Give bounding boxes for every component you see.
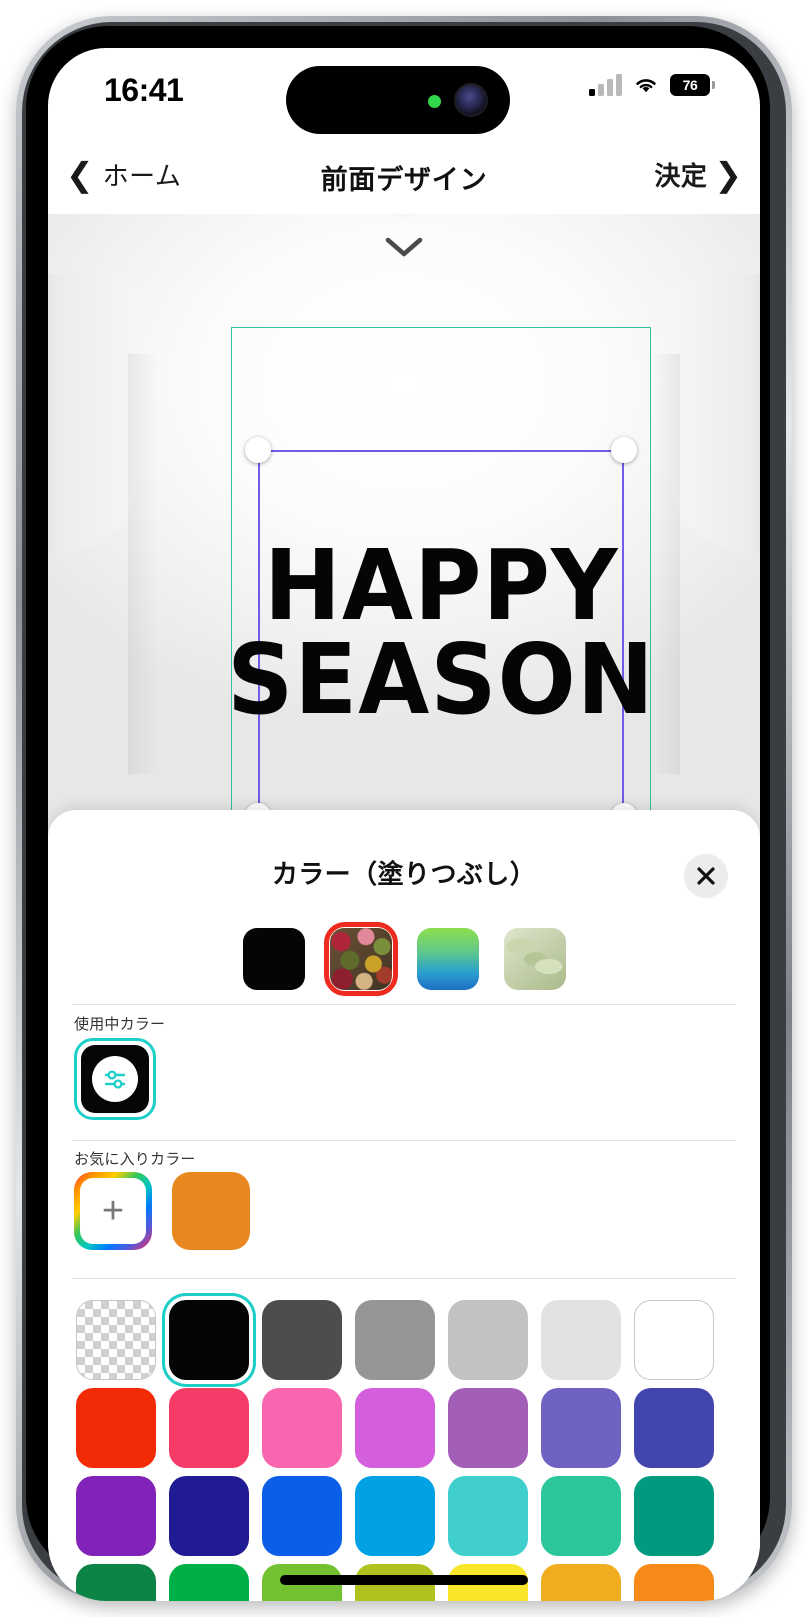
material-thumb-solid-black[interactable] [237,922,311,996]
material-swatch [329,928,392,990]
page-title: 前面デザイン [320,165,488,195]
palette-swatch-azure[interactable] [355,1476,435,1556]
palette-swatch-hot-pink[interactable] [262,1388,342,1468]
phone-frame: 16:41 76 ❮ ホーム 前面デザイン 決定 ❯ HAPPY SEASON … [16,16,792,1601]
palette-swatch-dark-gray[interactable] [262,1300,342,1380]
wifi-icon [636,79,656,93]
tshirt-fold-right [650,354,680,774]
cellular-bars-icon [589,74,622,96]
favorite-swatch-orange[interactable] [172,1172,250,1250]
chevron-right-icon: ❯ [714,156,742,193]
resize-handle-top-left[interactable] [245,437,271,463]
tshirt-left-sleeve [48,274,138,554]
screenshot-root: 16:41 76 ❮ ホーム 前面デザイン 決定 ❯ HAPPY SEASON … [0,0,808,1617]
in-use-color-swatch[interactable] [74,1038,156,1120]
status-bar: 16:41 76 [48,48,760,144]
palette-swatch-blue[interactable] [262,1476,342,1556]
palette-swatch-lighter-gray[interactable] [541,1300,621,1380]
in-use-color-fill [81,1045,149,1113]
palette-swatch-red[interactable] [76,1388,156,1468]
palette-swatch-navy[interactable] [169,1476,249,1556]
in-use-icon-circle [92,1056,138,1102]
plus-icon: + [80,1178,146,1244]
color-picker-sheet: カラー（塗りつぶし） 使用中カラー お気に入りカラー + [48,810,760,1601]
palette-swatch-indigo[interactable] [634,1388,714,1468]
palette-swatch-blue-violet[interactable] [541,1388,621,1468]
close-sheet-button[interactable] [684,854,728,898]
palette-swatch-orchid[interactable] [355,1388,435,1468]
resize-handle-top-right[interactable] [611,437,637,463]
material-thumbnail-row [48,922,760,996]
material-thumb-green-blue-gradient[interactable] [411,922,485,996]
divider-2 [72,1140,736,1141]
material-swatch [242,928,305,990]
palette-swatch-green[interactable] [169,1564,249,1601]
palette-swatch-orange[interactable] [634,1564,714,1601]
color-palette-grid [76,1300,736,1601]
status-icons: 76 [589,74,715,96]
palette-swatch-purple-mauve[interactable] [448,1388,528,1468]
palette-swatch-teal-green[interactable] [634,1476,714,1556]
status-time: 16:41 [104,72,184,108]
divider-3 [72,1278,736,1279]
sliders-icon [104,1070,126,1089]
favorite-colors-label: お気に入りカラー [74,1151,196,1168]
dynamic-island [286,66,510,134]
palette-swatch-light-gray[interactable] [448,1300,528,1380]
material-swatch [503,928,566,990]
material-thumb-dried-flowers-texture[interactable] [323,922,398,996]
done-button-label: 決定 [654,161,708,191]
sheet-title: カラー（塗りつぶし） [271,859,537,889]
palette-swatch-amber[interactable] [541,1564,621,1601]
palette-swatch-black[interactable] [169,1300,249,1380]
done-button[interactable]: 決定 ❯ [654,156,742,193]
palette-swatch-forest-green[interactable] [76,1564,156,1601]
front-camera-lens [454,83,488,117]
battery-icon: 76 [670,74,715,96]
add-favorite-color-button[interactable]: + [74,1172,152,1250]
collapse-preview-button[interactable] [362,224,446,270]
palette-swatch-white[interactable] [634,1300,714,1380]
palette-swatch-emerald-green[interactable] [541,1476,621,1556]
battery-level-text: 76 [682,77,698,93]
selection-bounding-box[interactable] [258,450,624,818]
palette-swatch-gray[interactable] [355,1300,435,1380]
chevron-down-icon [385,237,423,257]
in-use-color-label: 使用中カラー [74,1016,166,1033]
close-x-icon [697,867,715,885]
camera-active-indicator-dot [428,95,441,108]
material-swatch [416,928,479,990]
tshirt-fold-left [128,354,158,774]
material-thumb-pale-leaf-texture[interactable] [498,922,572,996]
divider-1 [72,1004,736,1005]
navigation-bar: ❮ ホーム 前面デザイン 決定 ❯ [48,144,760,214]
tshirt-right-sleeve [670,274,760,554]
palette-swatch-turquoise[interactable] [448,1476,528,1556]
palette-swatch-crimson-pink[interactable] [169,1388,249,1468]
design-canvas[interactable]: HAPPY SEASON [48,214,760,851]
phone-screen: 16:41 76 ❮ ホーム 前面デザイン 決定 ❯ HAPPY SEASON … [48,48,760,1601]
home-indicator[interactable] [280,1575,528,1585]
palette-swatch-violet[interactable] [76,1476,156,1556]
palette-swatch-transparent[interactable] [76,1300,156,1380]
